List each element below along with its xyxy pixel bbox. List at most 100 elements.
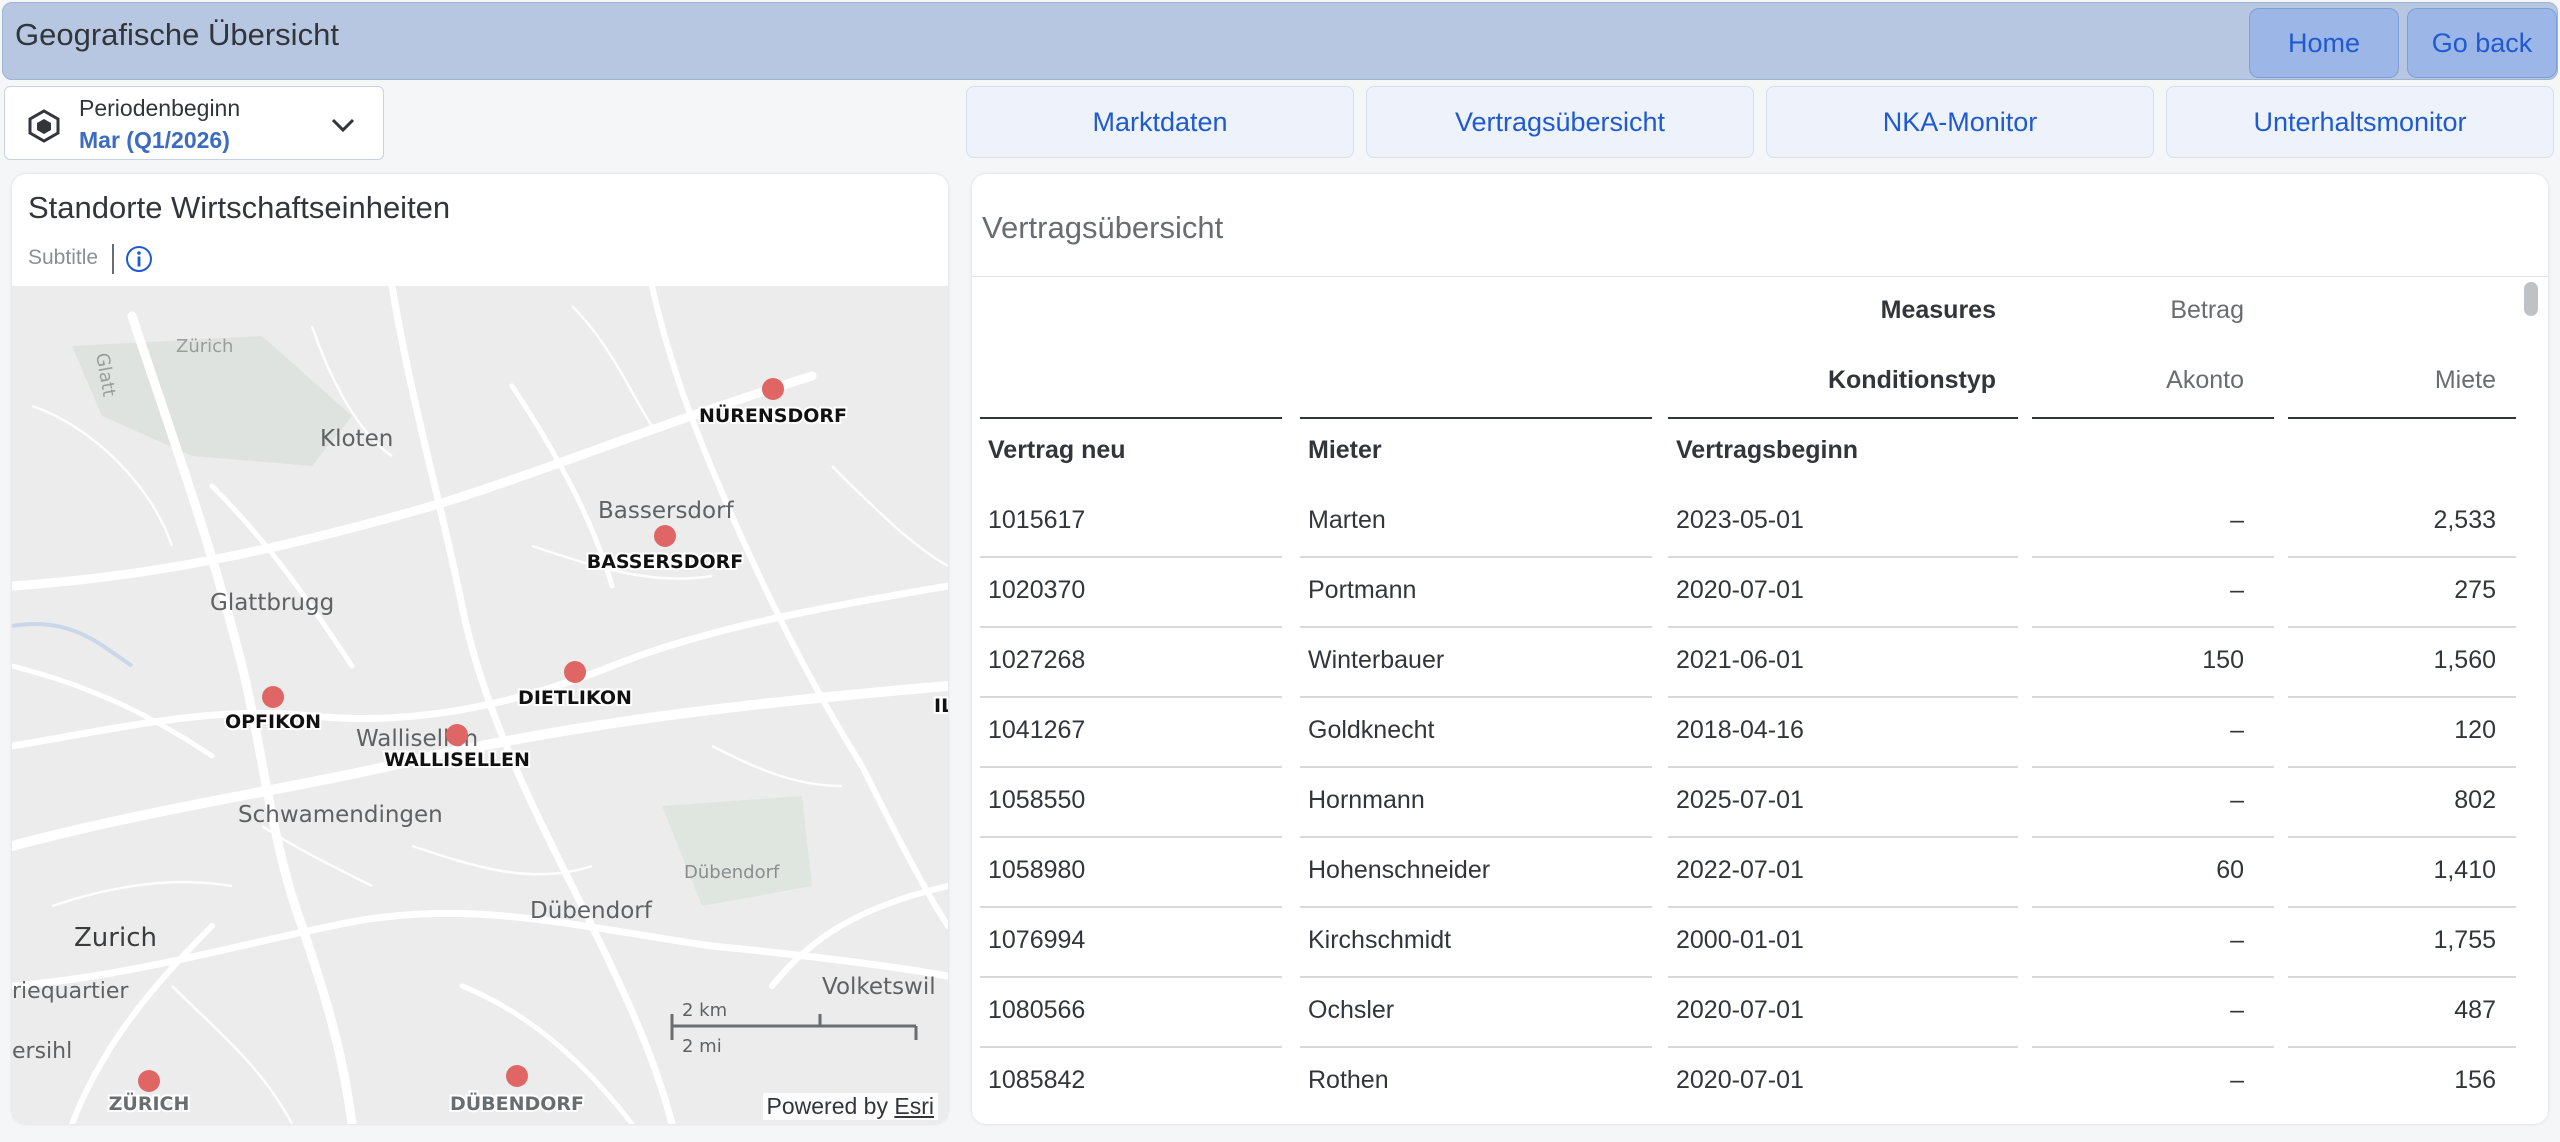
- row-divider: [2032, 556, 2274, 558]
- row-divider: [2032, 696, 2274, 698]
- row-divider: [2288, 976, 2516, 978]
- cell-miete: 120: [2454, 716, 2496, 744]
- cell-vertrag: 1085842: [988, 1066, 1086, 1094]
- cell-vertrag: 1080566: [988, 996, 1086, 1024]
- marker-wallisellen[interactable]: [446, 724, 468, 746]
- row-divider: [2032, 766, 2274, 768]
- cell-vertrag: 1076994: [988, 926, 1086, 954]
- chevron-down-icon[interactable]: [327, 109, 359, 141]
- tab-marktdaten[interactable]: Marktdaten: [966, 86, 1354, 158]
- row-divider: [2288, 1046, 2516, 1048]
- row-divider: [980, 766, 1282, 768]
- row-divider: [1668, 976, 2018, 978]
- divider: [1668, 417, 2018, 419]
- row-divider: [2032, 976, 2274, 978]
- period-select[interactable]: Periodenbeginn Mar (Q1/2026): [4, 86, 384, 160]
- home-button[interactable]: Home: [2249, 8, 2399, 78]
- cell-vertragsbeginn: 2023-05-01: [1676, 506, 1804, 534]
- map-label-zuerich-small: Zürich: [176, 336, 233, 357]
- row-divider: [1300, 906, 1652, 908]
- cell-akonto: –: [2230, 506, 2244, 534]
- marker-bassersdorf[interactable]: [654, 525, 676, 547]
- marker-duebendorf[interactable]: [506, 1065, 528, 1087]
- cell-miete: 487: [2454, 996, 2496, 1024]
- marker-opfikon[interactable]: [262, 686, 284, 708]
- marker-label-duebendorf: DÜBENDORF: [450, 1091, 584, 1115]
- cell-akonto: –: [2230, 716, 2244, 744]
- row-divider: [1300, 626, 1652, 628]
- go-back-button[interactable]: Go back: [2407, 8, 2557, 78]
- cell-miete: 275: [2454, 576, 2496, 604]
- divider: [972, 276, 2548, 277]
- tab-nka-monitor[interactable]: NKA-Monitor: [1766, 86, 2154, 158]
- marker-label-dietlikon: DIETLIKON: [518, 687, 632, 709]
- map-view[interactable]: Glatt Zürich Kloten Bassersdorf Glattbru…: [12, 282, 948, 1124]
- row-divider: [2032, 836, 2274, 838]
- info-icon[interactable]: [124, 244, 154, 274]
- row-divider: [2032, 626, 2274, 628]
- marker-label-bassersdorf: BASSERSDORF: [587, 551, 744, 573]
- powered-by-text: Powered by: [766, 1093, 888, 1119]
- map-label-duebendorf: Dübendorf: [530, 898, 653, 924]
- marker-dietlikon[interactable]: [564, 661, 586, 683]
- map-card: Standorte Wirtschaftseinheiten Subtitle: [12, 174, 948, 1124]
- divider: [980, 417, 1282, 419]
- cell-akonto: –: [2230, 576, 2244, 604]
- map-label-kloten: Kloten: [320, 426, 393, 452]
- marker-zuerich[interactable]: [138, 1070, 160, 1092]
- cell-vertrag: 1020370: [988, 576, 1086, 604]
- map-label-riequartier: riequartier: [12, 979, 129, 1004]
- map-label-bassersdorf: Bassersdorf: [598, 498, 735, 524]
- row-divider: [1668, 556, 2018, 558]
- column-header-vertragsbeginn[interactable]: Vertragsbeginn: [1676, 436, 1858, 465]
- cell-miete: 2,533: [2433, 506, 2496, 534]
- map-card-title: Standorte Wirtschaftseinheiten: [28, 190, 451, 225]
- row-divider: [2032, 1046, 2274, 1048]
- cell-akonto: –: [2230, 786, 2244, 814]
- cell-vertragsbeginn: 2021-06-01: [1676, 646, 1804, 674]
- vertical-scrollbar[interactable]: [2524, 282, 2538, 316]
- divider: [1300, 417, 1652, 419]
- marker-nuerensdorf[interactable]: [762, 378, 784, 400]
- map-label-volketswil: Volketswil: [822, 974, 936, 1000]
- row-divider: [1300, 696, 1652, 698]
- cell-vertrag: 1058550: [988, 786, 1086, 814]
- cell-vertragsbeginn: 2020-07-01: [1676, 576, 1804, 604]
- period-value: Mar (Q1/2026): [79, 127, 230, 153]
- divider: [112, 244, 114, 274]
- row-divider: [1668, 766, 2018, 768]
- row-divider: [1300, 556, 1652, 558]
- row-divider: [1300, 836, 1652, 838]
- map-label-glattbrugg: Glattbrugg: [210, 590, 334, 616]
- map-label-schwamendingen: Schwamendingen: [238, 802, 443, 828]
- map-canvas[interactable]: Glatt Zürich Kloten Bassersdorf Glattbru…: [12, 282, 948, 1124]
- table-card: Vertragsübersicht Measures Betrag Kondit…: [972, 174, 2548, 1124]
- cell-mieter: Rothen: [1308, 1066, 1389, 1094]
- marker-label-wallisellen: WALLISELLEN: [384, 749, 530, 771]
- tab-vertragsuebersicht[interactable]: Vertragsübersicht: [1366, 86, 1754, 158]
- cell-vertrag: 1027268: [988, 646, 1086, 674]
- miete-header: Miete: [2434, 366, 2496, 394]
- map-label-duebendorf-small: Dübendorf: [684, 862, 780, 883]
- measures-header: Measures: [1880, 296, 1996, 324]
- tab-unterhaltsmonitor[interactable]: Unterhaltsmonitor: [2166, 86, 2554, 158]
- esri-link[interactable]: Esri: [894, 1093, 934, 1119]
- konditionstyp-header: Konditionstyp: [1827, 366, 1996, 394]
- row-divider: [1300, 1046, 1652, 1048]
- akonto-header: Akonto: [2166, 366, 2244, 394]
- period-label: Periodenbeginn: [79, 95, 241, 121]
- row-divider: [2032, 906, 2274, 908]
- cell-miete: 1,560: [2433, 646, 2496, 674]
- cell-mieter: Marten: [1308, 506, 1386, 534]
- cell-vertrag: 1058980: [988, 856, 1086, 884]
- column-header-vertrag[interactable]: Vertrag neu: [988, 436, 1126, 465]
- column-header-mieter[interactable]: Mieter: [1308, 436, 1382, 465]
- marker-label-opfikon: OPFIKON: [225, 711, 321, 733]
- cell-mieter: Kirchschmidt: [1308, 926, 1452, 954]
- cell-mieter: Ochsler: [1308, 996, 1395, 1024]
- page-title: Geografische Übersicht: [15, 17, 339, 52]
- cell-akonto: –: [2230, 926, 2244, 954]
- row-divider: [1668, 1046, 2018, 1048]
- cell-akonto: 150: [2202, 646, 2244, 674]
- cell-vertragsbeginn: 2000-01-01: [1676, 926, 1804, 954]
